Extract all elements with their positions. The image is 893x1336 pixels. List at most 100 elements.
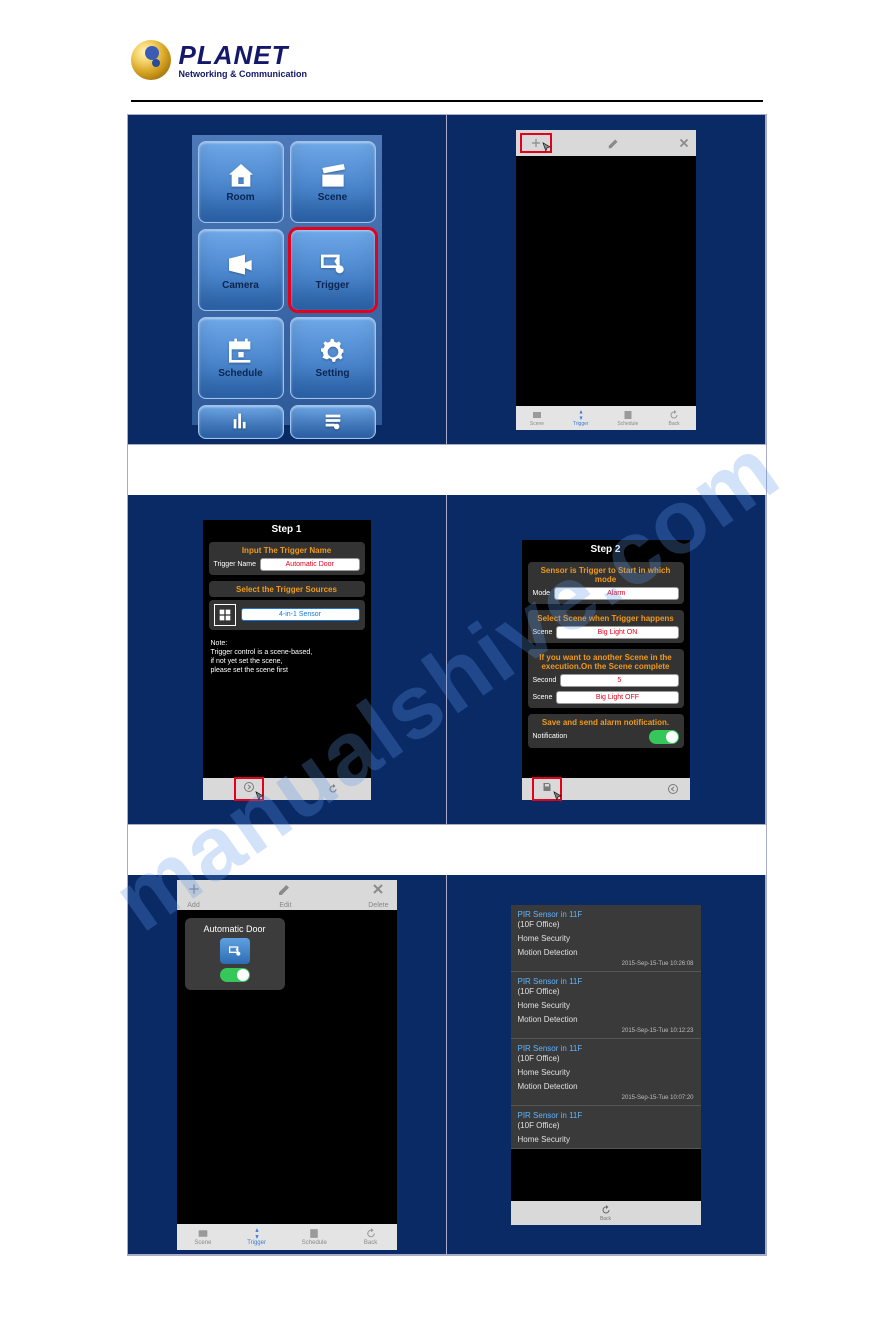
pencil-icon <box>606 136 622 150</box>
step1-bottom-bar <box>203 778 371 800</box>
brand-logo: PLANET Networking & Communication <box>131 40 763 80</box>
bottom-nav: Scene Trigger Schedule Back <box>516 406 696 430</box>
log-item[interactable]: PIR Sensor in 11F (10F Office) Home Secu… <box>511 905 701 972</box>
trigger-icon <box>220 938 250 964</box>
phone-step1: Step 1 Input The Trigger Name Trigger Na… <box>203 520 371 800</box>
step2-title: Step 2 <box>522 540 690 559</box>
scene-select[interactable]: Big Light ON <box>556 626 678 639</box>
header-rule <box>131 100 763 102</box>
trigger-card-name: Automatic Door <box>203 924 265 934</box>
panel-title: Save and send alarm notification. <box>533 718 679 727</box>
nav-back[interactable]: Back <box>667 409 681 427</box>
nav-schedule[interactable]: Schedule <box>617 409 638 427</box>
document-page: PLANET Networking & Communication manual… <box>0 0 893 1336</box>
second-label: Second <box>533 677 557 684</box>
log-item[interactable]: PIR Sensor in 11F (10F Office) Home Secu… <box>511 972 701 1039</box>
log-item[interactable]: PIR Sensor in 11F (10F Office) Home Secu… <box>511 1039 701 1106</box>
step2-bottom-bar <box>522 778 690 800</box>
plus-icon <box>185 881 203 897</box>
trigger-icon <box>574 409 588 421</box>
delete-button[interactable]: Delete <box>368 881 388 909</box>
trigger-toggle[interactable] <box>220 968 250 982</box>
nav-schedule[interactable]: Schedule <box>302 1227 327 1246</box>
brand-tagline: Networking & Communication <box>179 70 308 79</box>
prev-button[interactable] <box>666 783 680 795</box>
back-icon <box>363 1227 379 1240</box>
panel-scene1: Select Scene when Trigger happens Scene … <box>528 610 684 643</box>
second-input[interactable]: 5 <box>560 674 678 687</box>
save-button[interactable] <box>532 777 562 801</box>
cursor-icon <box>253 790 267 804</box>
tile-setting[interactable]: Setting <box>290 317 376 399</box>
notification-label: Notification <box>533 733 568 740</box>
tile-partial-1[interactable] <box>198 405 284 439</box>
gear-icon <box>315 336 351 368</box>
trigger-icon <box>249 1227 265 1240</box>
nav-scene[interactable]: Scene <box>530 409 544 427</box>
next-button[interactable] <box>234 777 264 801</box>
nav-back[interactable]: Back <box>363 1227 379 1246</box>
nav-scene[interactable]: Scene <box>194 1227 211 1246</box>
source-button[interactable]: 4-in-1 Sensor <box>241 608 360 621</box>
add-button[interactable]: Add <box>185 881 203 909</box>
phone-step2: Step 2 Sensor is Trigger to Start in whi… <box>522 540 690 800</box>
tile-schedule[interactable]: Schedule <box>198 317 284 399</box>
phone-add: Scene Trigger Schedule Back <box>516 130 696 430</box>
log-list[interactable]: PIR Sensor in 11F (10F Office) Home Secu… <box>511 905 701 1201</box>
scene2-select[interactable]: Big Light OFF <box>556 691 678 704</box>
toolbar <box>516 130 696 156</box>
panel-title: Input The Trigger Name <box>214 546 360 555</box>
calendar-icon <box>223 336 259 368</box>
log-item[interactable]: PIR Sensor in 11F (10F Office) Home Secu… <box>511 1106 701 1149</box>
tile-scene[interactable]: Scene <box>290 141 376 223</box>
tile-room[interactable]: Room <box>198 141 284 223</box>
step1-title: Step 1 <box>203 520 371 539</box>
schedule-icon <box>306 1227 322 1240</box>
tile-label: Scene <box>318 192 347 203</box>
tile-partial-2[interactable] <box>290 405 376 439</box>
tile-label: Room <box>226 192 254 203</box>
toolbar: Add Edit Delete <box>177 880 397 910</box>
globe-icon <box>131 40 171 80</box>
mode-label: Mode <box>533 590 551 597</box>
back-icon[interactable] <box>598 1204 614 1216</box>
delete-button[interactable] <box>676 136 692 150</box>
panel-title: Select Scene when Trigger happens <box>533 614 679 623</box>
chart-icon <box>223 410 259 432</box>
back-icon[interactable] <box>326 783 340 795</box>
tile-camera[interactable]: Camera <box>198 229 284 311</box>
add-button[interactable] <box>520 133 552 153</box>
phone-result: Add Edit Delete Automatic Door Scene Tri… <box>177 880 397 1250</box>
edit-button[interactable] <box>606 136 622 150</box>
cell-step2: Step 2 Sensor is Trigger to Start in whi… <box>447 495 766 825</box>
trigger-card[interactable]: Automatic Door <box>185 918 285 990</box>
scene-icon <box>195 1227 211 1240</box>
nav-trigger[interactable]: Trigger <box>247 1227 266 1246</box>
panel-mode: Sensor is Trigger to Start in which mode… <box>528 562 684 604</box>
bottom-nav: Scene Trigger Schedule Back <box>177 1224 397 1250</box>
edit-button[interactable]: Edit <box>276 881 294 909</box>
notification-toggle[interactable] <box>649 730 679 744</box>
close-icon <box>676 136 692 150</box>
page-header: PLANET Networking & Communication <box>131 40 763 80</box>
mode-select[interactable]: Alarm <box>554 587 678 600</box>
cell-main-menu: Room Scene Camera Trigger <box>128 115 447 445</box>
brand-name: PLANET <box>179 42 308 68</box>
cell-log: PIR Sensor in 11F (10F Office) Home Secu… <box>447 875 766 1255</box>
panel-title: If you want to another Scene in the exec… <box>533 653 679 671</box>
tile-label: Trigger <box>316 280 350 291</box>
panel-trigger-name: Input The Trigger Name Trigger Name Auto… <box>209 542 365 575</box>
tile-trigger[interactable]: Trigger <box>290 229 376 311</box>
nav-trigger[interactable]: Trigger <box>573 409 589 427</box>
scene2-label: Scene <box>533 694 553 701</box>
panel-title: Select the Trigger Sources <box>214 585 360 594</box>
phone-log: PIR Sensor in 11F (10F Office) Home Secu… <box>511 905 701 1225</box>
cell-add: Scene Trigger Schedule Back <box>447 115 766 445</box>
trigger-icon <box>315 248 351 280</box>
trigger-name-input[interactable]: Automatic Door <box>260 558 359 571</box>
home-icon <box>223 160 259 192</box>
list-icon <box>315 410 351 432</box>
schedule-icon <box>621 409 635 421</box>
cursor-icon <box>551 790 565 804</box>
empty-body <box>516 156 696 406</box>
